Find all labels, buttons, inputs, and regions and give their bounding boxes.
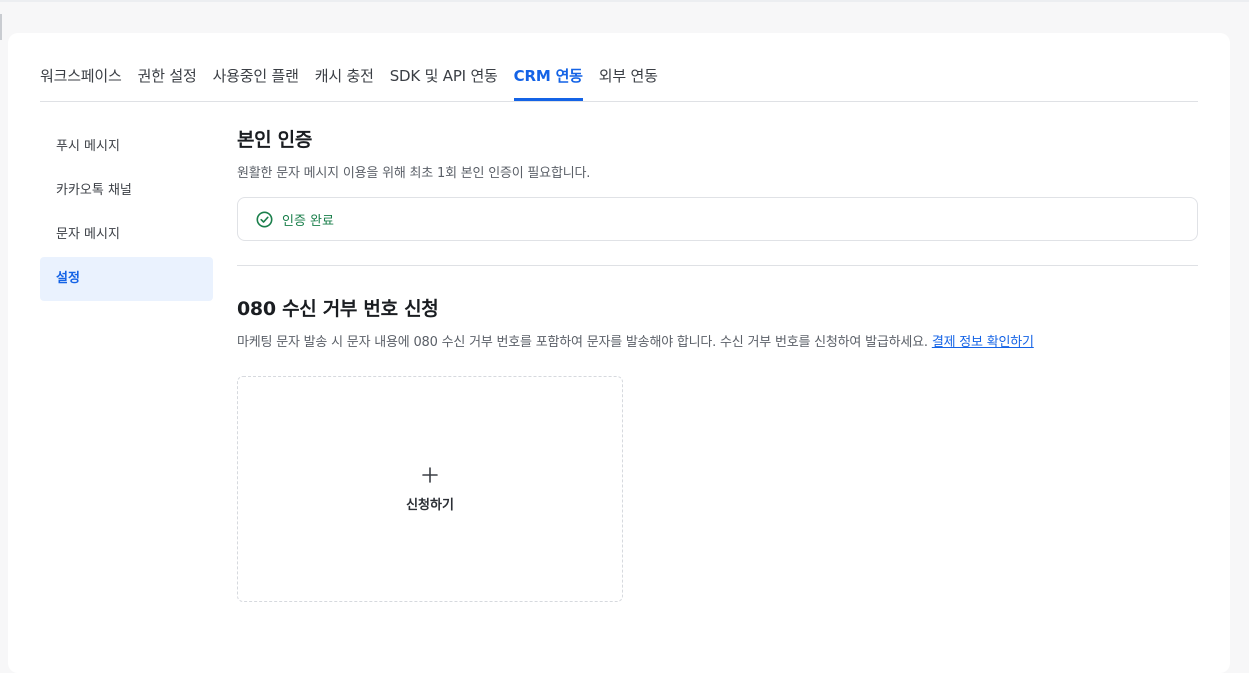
- sidebar-item-sms[interactable]: 문자 메시지: [40, 213, 213, 257]
- sidebar-item-push[interactable]: 푸시 메시지: [40, 125, 213, 169]
- main-content: 본인 인증 원활한 문자 메시지 이용을 위해 최초 1회 본인 인증이 필요합…: [237, 125, 1198, 602]
- opt-out-description-line: 마케팅 문자 발송 시 문자 내용에 080 수신 거부 번호를 포함하여 문자…: [237, 331, 1198, 350]
- sidebar-item-settings[interactable]: 설정: [40, 257, 213, 301]
- verification-status-text: 인증 완료: [282, 213, 334, 229]
- apply-label: 신청하기: [406, 497, 454, 513]
- verification-status-box: 인증 완료: [237, 197, 1198, 241]
- plus-icon: [421, 466, 439, 484]
- check-circle-icon: [256, 211, 273, 228]
- verification-title: 본인 인증: [237, 129, 313, 151]
- settings-card: 워크스페이스 권한 설정 사용중인 플랜 캐시 충전 SDK 및 API 연동 …: [8, 33, 1230, 673]
- payment-info-link[interactable]: 결제 정보 확인하기: [932, 335, 1034, 350]
- sidebar-item-kakao[interactable]: 카카오톡 채널: [40, 169, 213, 213]
- left-edge-marker: [0, 14, 2, 40]
- section-divider: [237, 265, 1198, 266]
- tab-current-plan[interactable]: 사용중인 플랜: [213, 57, 299, 99]
- opt-out-description: 마케팅 문자 발송 시 문자 내용에 080 수신 거부 번호를 포함하여 문자…: [237, 335, 928, 350]
- opt-out-title: 080 수신 거부 번호 신청: [237, 298, 439, 320]
- sidebar-nav: 푸시 메시지 카카오톡 채널 문자 메시지 설정: [40, 125, 213, 301]
- tab-external[interactable]: 외부 연동: [599, 57, 658, 99]
- verification-description: 원활한 문자 메시지 이용을 위해 최초 1회 본인 인증이 필요합니다.: [237, 166, 591, 181]
- verification-section: 본인 인증 원활한 문자 메시지 이용을 위해 최초 1회 본인 인증이 필요합…: [237, 125, 1198, 241]
- window-top-border: [0, 0, 1249, 2]
- settings-tab-bar: 워크스페이스 권한 설정 사용중인 플랜 캐시 충전 SDK 및 API 연동 …: [40, 57, 1198, 102]
- opt-out-section: 080 수신 거부 번호 신청 마케팅 문자 발송 시 문자 내용에 080 수…: [237, 294, 1198, 602]
- tab-sdk-api[interactable]: SDK 및 API 연동: [390, 57, 498, 99]
- tab-cash-charge[interactable]: 캐시 충전: [315, 57, 374, 99]
- tab-permissions[interactable]: 권한 설정: [138, 57, 197, 99]
- tab-crm[interactable]: CRM 연동: [513, 57, 583, 101]
- tab-workspace[interactable]: 워크스페이스: [40, 57, 122, 99]
- apply-button[interactable]: 신청하기: [237, 376, 623, 602]
